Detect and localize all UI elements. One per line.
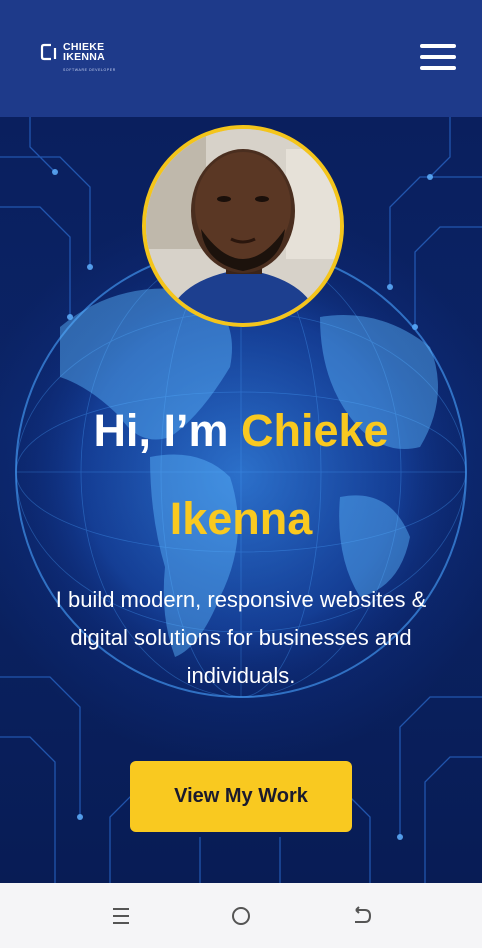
- hero-heading: Hi, I’m Chieke Ikenna: [0, 387, 482, 563]
- system-navigation-bar: [0, 883, 482, 948]
- back-icon[interactable]: [346, 901, 376, 931]
- view-my-work-button[interactable]: View My Work: [130, 761, 352, 832]
- hero-section: Hi, I’m Chieke Ikenna I build modern, re…: [0, 117, 482, 883]
- logo-line2: IKENNA: [63, 51, 106, 63]
- site-header: CHIEKE IKENNA SOFTWARE DEVELOPER: [0, 0, 482, 117]
- hamburger-menu-icon[interactable]: [420, 42, 456, 72]
- hero-name-line2: Ikenna: [169, 493, 313, 544]
- logo-mark-icon: [40, 43, 57, 61]
- hero-name-line1: Chieke: [240, 405, 389, 456]
- greeting-text: Hi, I’m: [93, 405, 241, 456]
- logo-text: CHIEKE IKENNA SOFTWARE DEVELOPER: [63, 42, 116, 75]
- avatar-image: [146, 129, 340, 323]
- hero-subtitle: I build modern, responsive websites & di…: [55, 587, 427, 688]
- recent-apps-icon[interactable]: [106, 901, 136, 931]
- site-logo[interactable]: CHIEKE IKENNA SOFTWARE DEVELOPER: [40, 42, 116, 75]
- home-icon[interactable]: [226, 901, 256, 931]
- logo-tagline: SOFTWARE DEVELOPER: [63, 68, 116, 72]
- profile-photo: [142, 125, 344, 327]
